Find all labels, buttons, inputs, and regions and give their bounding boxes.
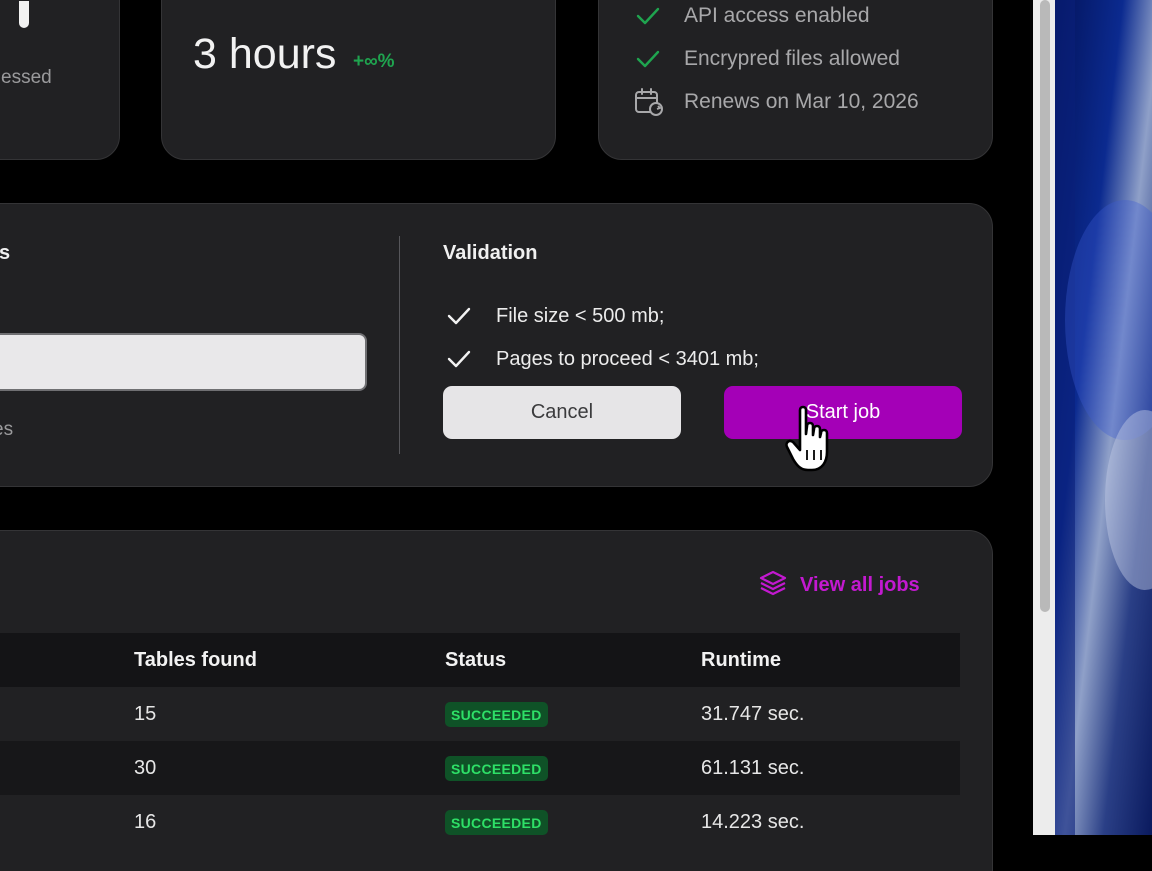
check-icon	[635, 5, 661, 32]
processed-card: essed	[0, 0, 120, 160]
column-tables-found[interactable]: Tables found	[134, 649, 257, 672]
tables-found-cell: 30	[134, 757, 157, 779]
tables-found-cell: 15	[134, 703, 157, 725]
validation-title: Validation	[443, 242, 538, 264]
start-job-button[interactable]: Start job	[724, 386, 962, 439]
new-job-panel: s es Validation File size < 500 mb; Page…	[0, 203, 993, 487]
validation-file-size: File size < 500 mb;	[496, 305, 665, 327]
upload-hint: es	[0, 419, 14, 440]
status-badge: SUCCEEDED	[445, 702, 548, 727]
runtime-cell: 31.747 sec.	[701, 703, 805, 725]
table-row[interactable]: 30 SUCCEEDED 61.131 sec.	[0, 741, 960, 795]
hours-value: 3 hours	[193, 30, 337, 78]
section-divider	[399, 236, 400, 454]
check-icon	[635, 48, 661, 75]
runtime-cell: 61.131 sec.	[701, 757, 805, 779]
hours-growth: +∞%	[353, 51, 395, 72]
column-runtime[interactable]: Runtime	[701, 649, 781, 672]
plan-card: API access enabled Encrypred files allow…	[598, 0, 993, 160]
column-status[interactable]: Status	[445, 649, 506, 672]
processed-glyph	[19, 1, 29, 28]
view-all-jobs-link[interactable]: View all jobs	[758, 569, 920, 602]
feature-renewal-date: Renews on Mar 10, 2026	[684, 90, 919, 113]
table-row[interactable]: 16 SUCCEEDED 14.223 sec.	[0, 795, 960, 849]
cancel-button[interactable]: Cancel	[443, 386, 681, 439]
check-icon	[446, 305, 472, 332]
status-badge: SUCCEEDED	[445, 756, 548, 781]
jobs-table-header: Tables found Status Runtime	[0, 633, 960, 687]
runtime-cell: 14.223 sec.	[701, 811, 805, 833]
scrollbar-thumb[interactable]	[1040, 0, 1050, 612]
calendar-refresh-icon	[634, 87, 664, 122]
table-row[interactable]: 15 SUCCEEDED 31.747 sec.	[0, 687, 960, 741]
validation-pages: Pages to proceed < 3401 mb;	[496, 348, 759, 370]
feature-api-access: API access enabled	[684, 4, 870, 27]
feature-encrypted-files: Encrypred files allowed	[684, 47, 900, 70]
check-icon	[446, 348, 472, 375]
hand-pointer-icon	[784, 404, 836, 483]
layers-icon	[758, 569, 788, 602]
processed-label: essed	[1, 67, 52, 88]
view-all-jobs-label: View all jobs	[800, 574, 920, 596]
upload-section-title: s	[0, 242, 11, 264]
status-badge: SUCCEEDED	[445, 810, 548, 835]
desktop-wallpaper	[1055, 0, 1152, 835]
hours-card: 3 hours +∞%	[161, 0, 556, 160]
file-input[interactable]	[0, 333, 367, 391]
tables-found-cell: 16	[134, 811, 157, 833]
